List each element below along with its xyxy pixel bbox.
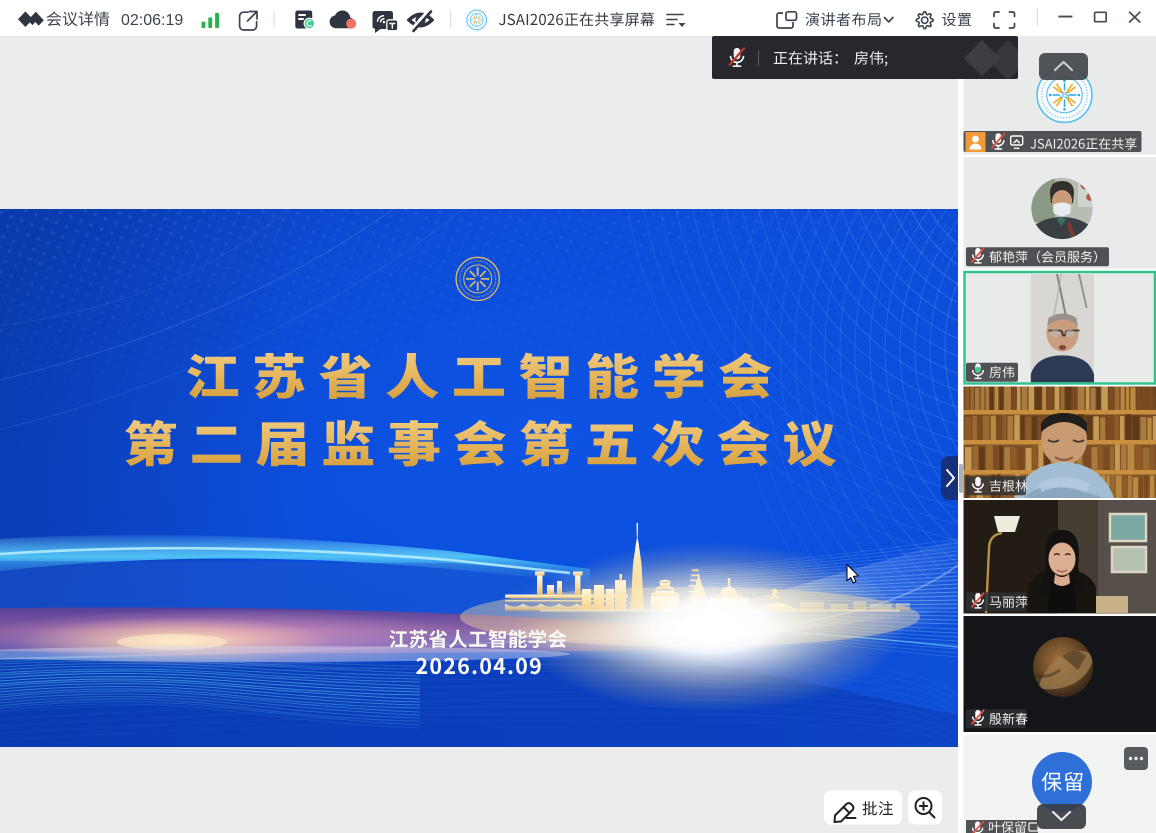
svg-text:JS: JS	[1060, 91, 1070, 100]
svg-text:02:06:19: 02:06:19	[121, 12, 183, 29]
